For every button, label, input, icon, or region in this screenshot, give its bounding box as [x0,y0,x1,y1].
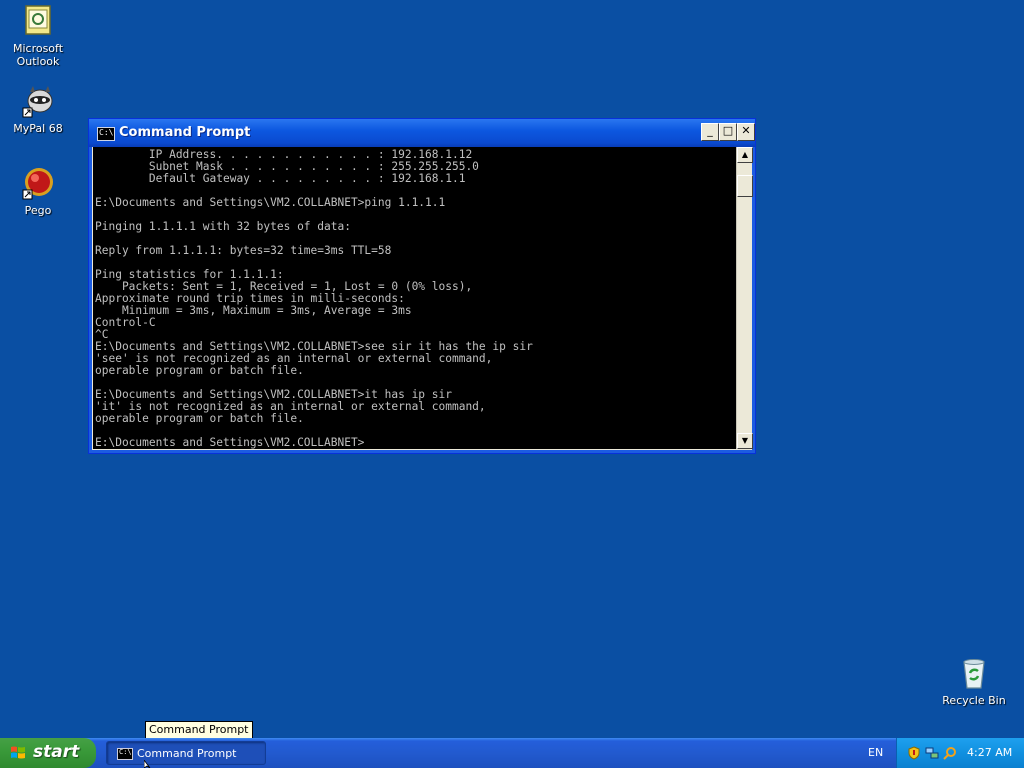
mouse-cursor-icon [144,760,151,768]
desktop-icon-label: Recycle Bin [942,694,1006,707]
security-shield-icon[interactable] [907,746,921,760]
windows-flag-icon [11,746,25,759]
window-titlebar[interactable]: C:\ Command Prompt _ □ ✕ [89,119,755,147]
console-app-icon: C:\ [117,748,133,760]
taskbar-button-command-prompt[interactable]: C:\ Command Prompt [106,741,266,765]
scroll-thumb[interactable] [737,175,753,197]
mypal-raccoon-icon [21,84,55,118]
clock[interactable]: 4:27 AM [967,746,1012,759]
maximize-button[interactable]: □ [719,123,737,141]
console-app-icon: C:\ [97,127,115,141]
taskbar-button-label: Command Prompt [137,747,237,760]
window-title: Command Prompt [119,125,251,140]
start-button[interactable]: start [0,738,96,768]
close-button[interactable]: ✕ [737,123,755,141]
desktop-icon-pego[interactable]: Pego [0,166,76,217]
desktop-icon-mypal[interactable]: MyPal 68 [0,84,76,135]
vertical-scrollbar[interactable]: ▲ ▼ [736,147,753,449]
console-output[interactable]: IP Address. . . . . . . . . . . . : 192.… [93,147,736,449]
scroll-up-button[interactable]: ▲ [737,147,753,163]
scroll-down-button[interactable]: ▼ [737,433,753,449]
outlook-icon [21,4,55,38]
recycle-bin-icon [957,656,991,690]
command-prompt-window[interactable]: C:\ Command Prompt _ □ ✕ IP Address. . .… [88,118,756,454]
desktop-icon-outlook[interactable]: Microsoft Outlook [0,4,76,68]
minimize-button[interactable]: _ [701,123,719,141]
desktop-icon-label: MyPal 68 [13,122,63,135]
desktop-icon-label: Microsoft Outlook [12,42,64,68]
desktop-icon-recycle-bin[interactable]: Recycle Bin [936,656,1012,707]
start-label: start [33,742,80,762]
network-icon[interactable] [925,746,939,760]
system-tray: 4:27 AM [896,738,1024,768]
search-icon[interactable] [943,746,957,760]
language-indicator[interactable]: EN [868,746,883,759]
desktop-icon-label: Pego [24,204,52,217]
console-text: IP Address. . . . . . . . . . . . : 192.… [95,148,533,449]
pego-red-ball-icon [21,166,55,200]
taskbar-tooltip: Command Prompt [145,721,253,739]
